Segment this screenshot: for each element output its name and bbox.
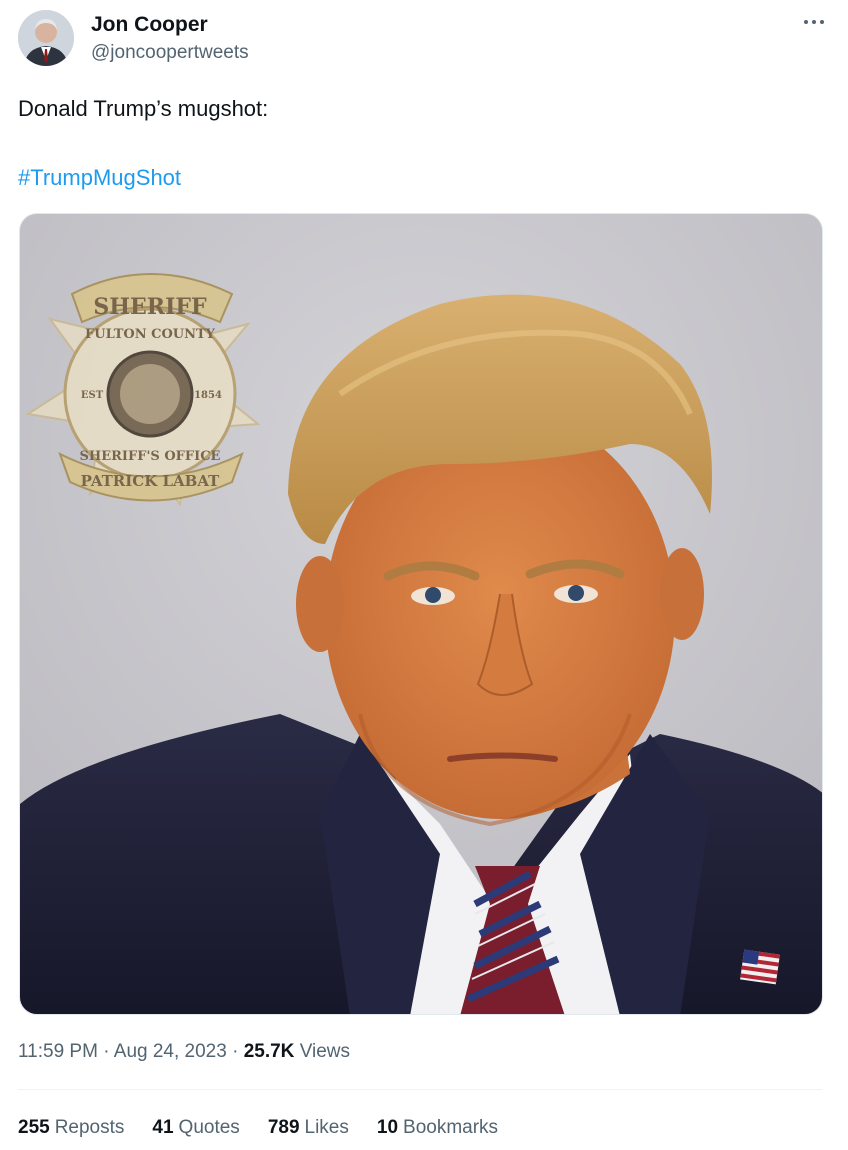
hashtag-link[interactable]: #TrumpMugShot bbox=[18, 164, 181, 192]
badge-est-right-text: 1854 bbox=[194, 390, 222, 401]
tweet-date-link[interactable]: Aug 24, 2023 bbox=[114, 1041, 227, 1062]
author-name[interactable]: Jon Cooper bbox=[91, 12, 208, 38]
reposts-label: Reposts bbox=[54, 1117, 125, 1138]
quotes-count: 41 bbox=[152, 1117, 174, 1138]
author-handle[interactable]: @joncoopertweets bbox=[91, 41, 249, 65]
likes-label: Likes bbox=[304, 1117, 349, 1138]
badge-ring-top-text: FULTON COUNTY bbox=[85, 327, 216, 342]
badge-est-left-text: EST bbox=[81, 390, 104, 401]
meta-separator: · bbox=[232, 1041, 244, 1062]
tweet-card: Jon Cooper @joncoopertweets Donald Trump… bbox=[0, 0, 848, 1150]
flag-pin bbox=[740, 949, 780, 985]
author-avatar[interactable] bbox=[18, 10, 74, 66]
divider bbox=[18, 1089, 822, 1090]
tweet-meta: 11:59 PM · Aug 24, 2023 · 25.7K Views bbox=[18, 1040, 350, 1064]
more-horizontal-icon bbox=[804, 20, 808, 24]
tweet-stats: 255 Reposts 41 Quotes 789 Likes 10 Bookmarks bbox=[18, 1116, 526, 1140]
more-horizontal-icon-dot bbox=[812, 20, 816, 24]
quotes-stat[interactable]: 41 Quotes bbox=[152, 1116, 239, 1140]
views-label: Views bbox=[299, 1041, 351, 1062]
likes-stat[interactable]: 789 Likes bbox=[268, 1116, 349, 1140]
tweet-time-link[interactable]: 11:59 PM bbox=[18, 1041, 98, 1062]
reposts-count: 255 bbox=[18, 1117, 50, 1138]
reposts-stat[interactable]: 255 Reposts bbox=[18, 1116, 124, 1140]
badge-bottom-text: PATRICK LABAT bbox=[81, 472, 221, 490]
more-options-button[interactable] bbox=[796, 10, 832, 34]
tweet-photo[interactable]: SHERIFF FULTON COUNTY SHERIFF'S OFFICE P… bbox=[19, 213, 823, 1015]
bookmarks-stat[interactable]: 10 Bookmarks bbox=[377, 1116, 498, 1140]
more-horizontal-icon-dot bbox=[820, 20, 824, 24]
tweet-text: Donald Trump’s mugshot: bbox=[18, 96, 269, 121]
badge-ring-bottom-text: SHERIFF'S OFFICE bbox=[80, 449, 221, 464]
likes-count: 789 bbox=[267, 1117, 300, 1138]
bookmarks-label: Bookmarks bbox=[403, 1117, 499, 1138]
mugshot-photo: SHERIFF FULTON COUNTY SHERIFF'S OFFICE P… bbox=[20, 214, 822, 1014]
avatar-image bbox=[18, 10, 74, 66]
views-count: 25.7K bbox=[243, 1041, 295, 1062]
badge-top-text: SHERIFF bbox=[93, 294, 207, 320]
meta-separator: · bbox=[103, 1041, 114, 1062]
quotes-label: Quotes bbox=[178, 1117, 240, 1138]
bookmarks-count: 10 bbox=[376, 1117, 399, 1138]
